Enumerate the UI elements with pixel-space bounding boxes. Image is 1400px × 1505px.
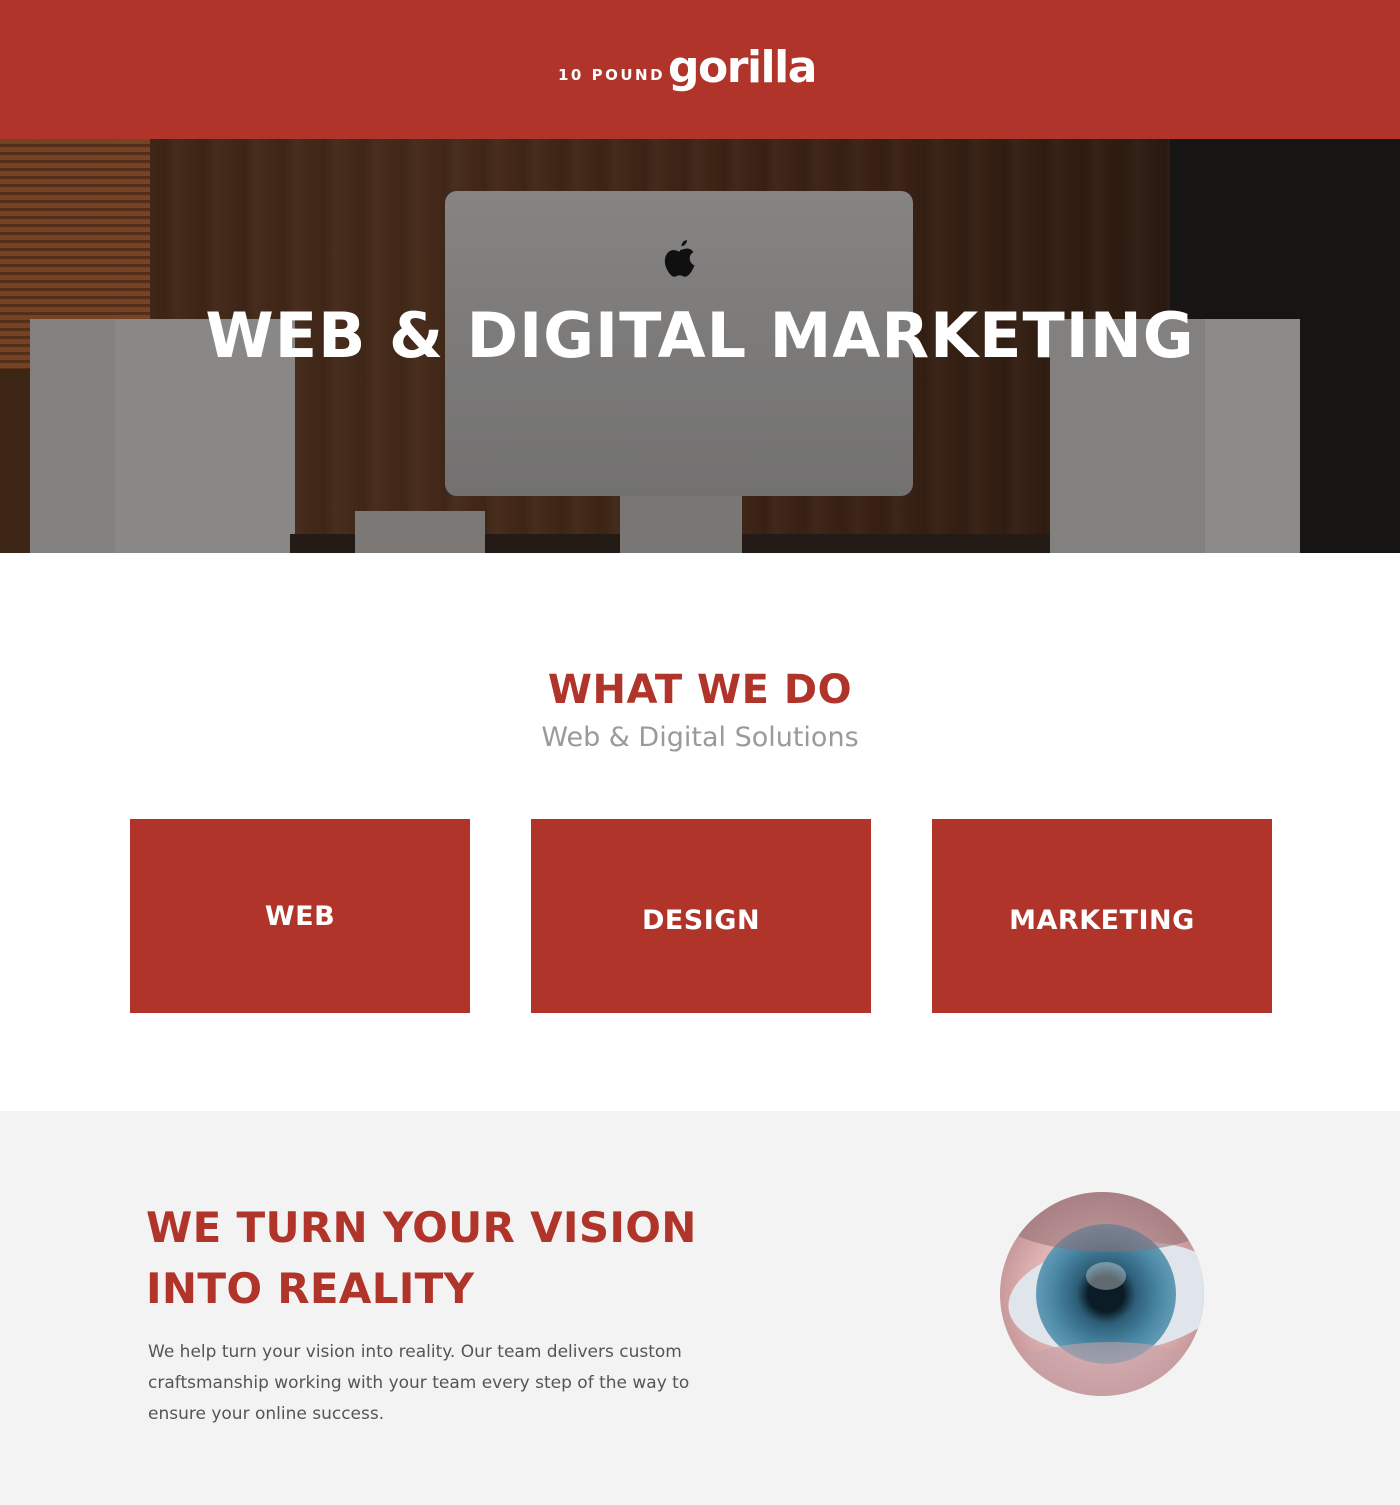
logo-name: gorilla <box>668 42 817 93</box>
service-card-label: WEB <box>264 900 336 932</box>
service-card-label: DESIGN <box>641 904 761 936</box>
hero-banner: WEB & DIGITAL MARKETING <box>0 139 1400 553</box>
service-card-web[interactable]: WEB <box>130 819 470 1013</box>
vision-section: WE TURN YOUR VISION INTO REALITY We help… <box>0 1111 1400 1505</box>
vision-title: WE TURN YOUR VISION INTO REALITY <box>146 1203 697 1313</box>
hero-title: WEB & DIGITAL MARKETING <box>205 299 1195 372</box>
eye-image <box>1000 1192 1204 1396</box>
section-title: WHAT WE DO <box>547 667 853 713</box>
vision-body: We help turn your vision into reality. O… <box>148 1342 690 1424</box>
logo-prefix: 10 POUND <box>558 66 666 84</box>
service-card-label: MARKETING <box>1009 904 1195 936</box>
eyelid-bottom <box>1000 1342 1204 1396</box>
eye-highlight <box>1086 1262 1126 1290</box>
eyelid-top <box>1000 1192 1204 1252</box>
service-card-design[interactable]: DESIGN <box>531 819 871 1013</box>
brand-logo[interactable]: 10 POUND gorilla <box>558 42 817 96</box>
section-subtitle: Web & Digital Solutions <box>541 722 859 753</box>
service-card-marketing[interactable]: MARKETING <box>932 819 1272 1013</box>
site-header: 10 POUND gorilla <box>0 0 1400 139</box>
